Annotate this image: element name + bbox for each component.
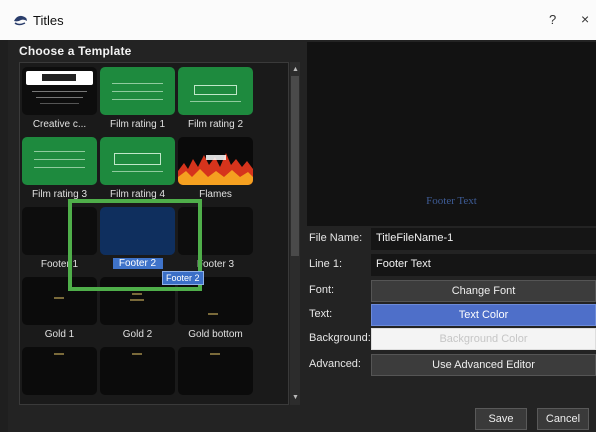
text-color-button[interactable]: Text Color	[371, 304, 596, 326]
scroll-up-icon[interactable]: ▲	[292, 66, 299, 73]
line1-field[interactable]: Footer Text	[371, 254, 596, 276]
file-name-field[interactable]: TitleFileName-1	[371, 228, 596, 250]
file-name-label: File Name:	[309, 232, 363, 244]
text-label: Text:	[309, 308, 333, 320]
background-label: Background:	[309, 332, 371, 344]
title-bar: Titles ? ×	[0, 0, 596, 40]
title-properties-form: File Name: TitleFileName-1 Line 1: Foote…	[307, 228, 596, 404]
choose-template-heading: Choose a Template	[19, 44, 132, 58]
template-thumbnail	[178, 347, 253, 395]
template-thumbnail	[178, 137, 253, 185]
background-row: Background: Background Color	[307, 328, 596, 350]
font-label: Font:	[309, 284, 335, 296]
template-thumbnail	[100, 137, 175, 185]
template-tile[interactable]: Film rating 1	[100, 67, 175, 130]
cancel-button[interactable]: Cancel	[537, 408, 589, 430]
line1-label: Line 1:	[309, 258, 343, 270]
template-label: Creative c...	[32, 119, 87, 130]
template-tile[interactable]: Film rating 3	[22, 137, 97, 200]
template-tile[interactable]: Creative c...	[22, 67, 97, 130]
titles-dialog: Choose a Template Creative c... Film rat…	[8, 40, 596, 432]
font-row: Font: Change Font	[307, 280, 596, 302]
background-color-button[interactable]: Background Color	[371, 328, 596, 350]
template-tile[interactable]: Flames	[178, 137, 253, 200]
help-button[interactable]: ?	[549, 12, 556, 27]
scrollbar-thumb[interactable]	[291, 76, 299, 256]
template-tile[interactable]	[178, 347, 253, 399]
template-thumbnail	[22, 67, 97, 115]
close-button[interactable]: ×	[581, 11, 589, 27]
template-tile[interactable]: Film rating 2	[178, 67, 253, 130]
file-name-row: File Name: TitleFileName-1	[307, 228, 596, 250]
template-thumbnail	[100, 347, 175, 395]
template-tile[interactable]	[22, 347, 97, 399]
template-thumbnail	[100, 67, 175, 115]
template-thumbnail	[178, 67, 253, 115]
template-scrollbar[interactable]: ▲ ▼	[290, 62, 300, 405]
template-label: Gold 1	[44, 329, 75, 340]
text-row: Text: Text Color	[307, 304, 596, 326]
template-tile[interactable]: Film rating 4	[100, 137, 175, 200]
title-preview: Footer Text	[307, 42, 596, 226]
template-tile[interactable]	[100, 347, 175, 399]
template-label: Gold 2	[122, 329, 153, 340]
window-title: Titles	[33, 13, 64, 28]
template-tooltip: Footer 2	[162, 271, 204, 285]
template-label: Film rating 1	[109, 119, 165, 130]
template-label: Film rating 2	[187, 119, 243, 130]
line1-row: Line 1: Footer Text	[307, 254, 596, 276]
template-thumbnail	[22, 347, 97, 395]
save-button[interactable]: Save	[475, 408, 527, 430]
template-label: Gold bottom	[188, 329, 243, 340]
app-icon	[14, 15, 27, 26]
advanced-row: Advanced: Use Advanced Editor	[307, 354, 596, 376]
preview-footer-text: Footer Text	[426, 195, 477, 207]
scroll-down-icon[interactable]: ▼	[292, 394, 299, 401]
advanced-editor-button[interactable]: Use Advanced Editor	[371, 354, 596, 376]
advanced-label: Advanced:	[309, 358, 361, 370]
template-thumbnail	[22, 137, 97, 185]
change-font-button[interactable]: Change Font	[371, 280, 596, 302]
